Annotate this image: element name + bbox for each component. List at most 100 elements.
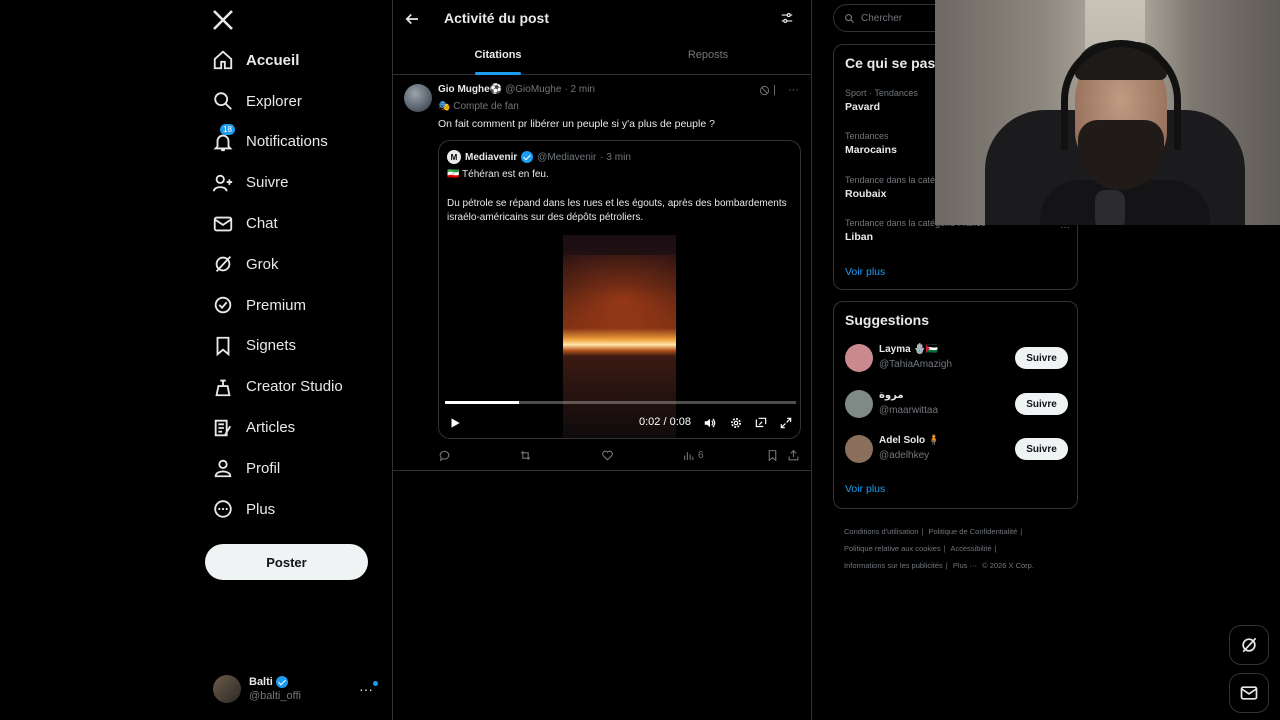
search-icon — [845, 13, 855, 23]
trend-title: Liban — [845, 231, 873, 243]
nav-item-articles[interactable]: Articles — [200, 407, 392, 448]
video-player[interactable]: 0:02 / 0:08 — [439, 235, 800, 438]
volume-icon[interactable] — [703, 416, 717, 430]
footer-link[interactable]: Politique relative aux cookies — [844, 544, 941, 553]
footer-links: Conditions d'utilisation | Politique de C… — [844, 523, 1074, 574]
video-progress-bar[interactable] — [445, 401, 796, 404]
home-icon — [212, 49, 234, 71]
post-author[interactable]: Gio Mughe⚽ — [438, 84, 502, 95]
nav-label: Notifications — [246, 133, 328, 151]
post-header: Gio Mughe⚽ @GioMughe · 2 min — [438, 84, 595, 95]
footer-separator: | — [1020, 527, 1023, 536]
nav-list: Accueil Explorer 18 Notifications Suivre… — [200, 40, 392, 530]
quote-avatar[interactable]: M — [447, 150, 461, 164]
avatar[interactable] — [404, 84, 432, 112]
x-logo-icon[interactable] — [211, 8, 235, 32]
nav-item-plus[interactable]: Plus — [200, 489, 392, 530]
quote-time[interactable]: · 3 min — [600, 152, 631, 163]
like-button[interactable] — [601, 449, 614, 462]
more-dots-icon[interactable]: ··· — [359, 681, 373, 697]
nav-item-explorer[interactable]: Explorer — [200, 81, 392, 122]
share-button[interactable] — [787, 449, 800, 462]
page-title: Activité du post — [444, 10, 550, 26]
settings-gear-icon[interactable] — [729, 416, 743, 430]
nav-label: Plus — [246, 500, 276, 518]
avatar[interactable] — [845, 390, 873, 418]
post-button[interactable]: Poster — [205, 544, 368, 580]
nav-item-notifications[interactable]: 18 Notifications — [200, 122, 392, 163]
avatar[interactable] — [845, 435, 873, 463]
page-header: Activité du post Citations Reposts — [393, 0, 811, 75]
avatar[interactable] — [845, 344, 873, 372]
reply-icon — [439, 450, 450, 462]
suggestions-title: Suggestions — [845, 312, 930, 328]
post-handle[interactable]: @GioMughe — [505, 84, 561, 95]
notification-badge: 18 — [220, 123, 235, 135]
nav-item-profil[interactable]: Profil — [200, 448, 392, 489]
share-icon — [788, 449, 799, 461]
trends-see-more-link[interactable]: Voir plus — [845, 266, 885, 278]
grok-icon — [212, 253, 234, 275]
footer-link[interactable]: Accessibilité — [950, 544, 991, 553]
bookmark-button[interactable] — [766, 449, 779, 462]
suggestion-handle: @maarwittaa — [879, 405, 939, 416]
filter-sliders-icon[interactable] — [780, 11, 794, 25]
quote-text-line2: Du pétrole se répand dans les rues et le… — [447, 198, 787, 223]
nav-label: Signets — [246, 337, 297, 355]
nav-label: Profil — [246, 459, 281, 477]
quoted-post[interactable]: M Mediavenir @Mediavenir · 3 min 🇮🇷 Téhé… — [438, 140, 801, 439]
picture-in-picture-icon[interactable] — [754, 416, 768, 430]
nav-item-creator-studio[interactable]: Creator Studio — [200, 366, 392, 407]
more-dots-icon[interactable]: ··· — [788, 84, 799, 96]
nav-item-chat[interactable]: Chat — [200, 203, 392, 244]
post-card[interactable]: Gio Mughe⚽ @GioMughe · 2 min 🎭 Compte de… — [393, 75, 811, 471]
suggestion-handle: @adelhkey — [879, 450, 930, 461]
footer-link[interactable]: Plus ··· — [953, 561, 977, 570]
suggestion-name: Layma 🪬🇵🇸 — [879, 344, 939, 355]
post-time[interactable]: · 2 min — [564, 84, 595, 95]
views-button[interactable]: 6 — [682, 449, 704, 462]
suggestions-panel: Suggestions Layma 🪬🇵🇸 @TahiaAmazigh Suiv… — [833, 301, 1078, 509]
fullscreen-icon[interactable] — [779, 416, 793, 430]
nav-item-accueil[interactable]: Accueil — [200, 40, 392, 81]
messages-floating-button[interactable] — [1229, 673, 1269, 713]
nav-item-grok[interactable]: Grok — [200, 244, 392, 285]
nav-item-signets[interactable]: Signets — [200, 326, 392, 367]
nav-item-suivre[interactable]: Suivre — [200, 162, 392, 203]
video-progress-fill — [445, 401, 519, 404]
tab-citations[interactable]: Citations — [393, 40, 603, 75]
follow-button[interactable]: Suivre — [1015, 393, 1068, 415]
mail-icon — [212, 213, 234, 235]
person-icon — [212, 457, 234, 479]
back-arrow-icon[interactable] — [403, 10, 421, 28]
footer-link[interactable]: Informations sur les publicités — [844, 561, 943, 570]
block-icon[interactable]: | — [759, 84, 776, 96]
tab-bar: Citations Reposts — [393, 40, 813, 75]
follow-button[interactable]: Suivre — [1015, 347, 1068, 369]
nav-label: Explorer — [246, 92, 302, 110]
play-icon[interactable] — [448, 416, 462, 430]
account-switcher[interactable]: Balti @balti_offi ··· — [213, 673, 383, 705]
footer-separator: | — [945, 561, 948, 570]
nav-label: Creator Studio — [246, 378, 343, 396]
footer-link[interactable]: Politique de Confidentialité — [928, 527, 1017, 536]
suggestions-see-more-link[interactable]: Voir plus — [845, 483, 885, 495]
footer-link[interactable]: Conditions d'utilisation — [844, 527, 918, 536]
creator-icon — [212, 376, 234, 398]
quote-handle[interactable]: @Mediavenir — [537, 152, 596, 163]
tab-reposts[interactable]: Reposts — [603, 40, 813, 75]
follow-button[interactable]: Suivre — [1015, 438, 1068, 460]
suggestion-user[interactable]: مروة @maarwittaa Suivre — [845, 388, 1068, 420]
quote-author[interactable]: Mediavenir — [465, 152, 517, 163]
account-name-text: Balti — [249, 676, 273, 688]
suggestion-user[interactable]: Layma 🪬🇵🇸 @TahiaAmazigh Suivre — [845, 342, 1068, 374]
footer-separator: | — [921, 527, 924, 536]
reply-button[interactable] — [438, 449, 451, 462]
left-sidebar: Accueil Explorer 18 Notifications Suivre… — [200, 0, 392, 720]
suggestion-name: Adel Solo 🧍 — [879, 435, 941, 446]
suggestion-user[interactable]: Adel Solo 🧍 @adelhkey Suivre — [845, 433, 1068, 465]
repost-button[interactable] — [519, 449, 532, 462]
nav-item-premium[interactable]: Premium — [200, 285, 392, 326]
grok-floating-button[interactable] — [1229, 625, 1269, 665]
footer-separator: | — [943, 544, 946, 553]
